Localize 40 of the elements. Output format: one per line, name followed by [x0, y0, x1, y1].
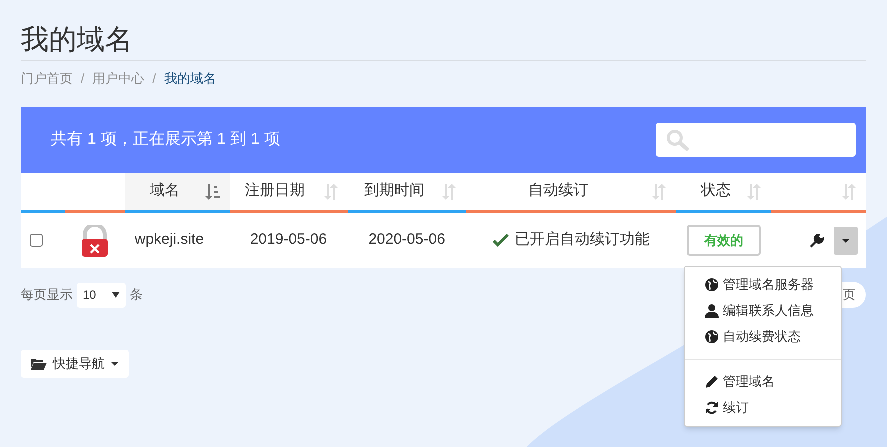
check-icon	[492, 234, 509, 247]
expiry-date: 2020-05-06	[368, 230, 446, 250]
breadcrumb-current[interactable]: 我的域名	[164, 69, 216, 89]
auto-renew-status: 已开启自动续订功能	[514, 230, 650, 250]
quick-nav-button[interactable]: 快捷导航	[21, 350, 129, 378]
user-icon	[705, 304, 719, 318]
status-label: 有效的	[687, 225, 762, 256]
column-header[interactable]: 到期时间	[364, 180, 425, 203]
page-title: 我的域名	[21, 23, 133, 57]
folder-icon	[31, 358, 47, 370]
breadcrumb-separator: /	[152, 70, 156, 88]
menu-item[interactable]: 管理域名服务器	[685, 272, 841, 298]
page-size-label: 每页显示	[21, 286, 73, 304]
page-size-select[interactable]: 10	[77, 282, 126, 308]
sort-icon[interactable]	[204, 184, 220, 200]
wrench-icon[interactable]	[810, 234, 824, 248]
column-header[interactable]: 自动续订	[528, 180, 588, 203]
page-size-suffix: 条	[130, 286, 143, 304]
breadcrumb-separator: /	[81, 70, 85, 88]
row-checkbox[interactable]	[30, 234, 44, 247]
caret-icon	[111, 362, 119, 366]
pencil-icon	[705, 375, 719, 389]
column-header[interactable]: 状态	[701, 180, 732, 203]
caret-icon	[112, 292, 120, 298]
summary-text: 共有 1 项，正在展示第 1 到 1 项	[51, 130, 280, 150]
refresh-icon	[705, 401, 719, 415]
menu-item[interactable]: 管理域名	[685, 369, 841, 395]
dropdown-toggle[interactable]	[834, 226, 858, 254]
domain-link[interactable]: wpkeji.site	[134, 229, 204, 252]
registration-date: 2019-05-06	[250, 230, 328, 250]
search-icon	[666, 129, 690, 151]
menu-item[interactable]: 续订	[685, 395, 841, 421]
column-header[interactable]: 域名	[150, 180, 180, 203]
column-header[interactable]: 注册日期	[244, 180, 305, 203]
globe-icon	[705, 278, 719, 292]
menu-item[interactable]: 自动续费状态	[685, 324, 841, 350]
globe-icon	[705, 330, 719, 344]
search-field[interactable]	[656, 123, 856, 157]
caret-icon	[842, 238, 850, 242]
menu-item[interactable]: 编辑联系人信息	[685, 298, 841, 324]
